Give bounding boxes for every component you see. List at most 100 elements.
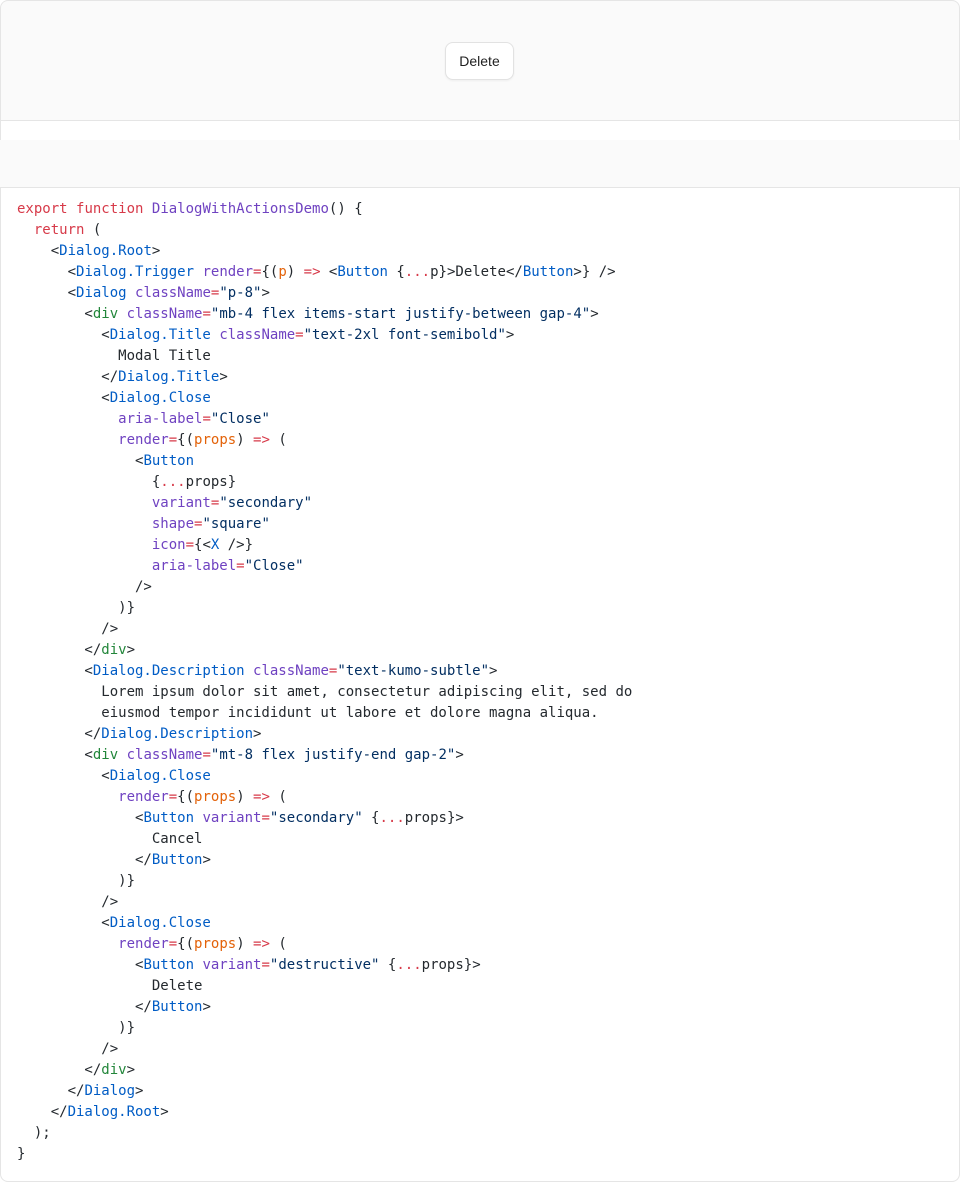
- code-token: className: [219, 327, 296, 343]
- code-token: >: [261, 285, 270, 301]
- code-line: </Dialog.Title>: [17, 367, 632, 388]
- code-token: shape: [151, 516, 195, 532]
- code-token: {: [362, 810, 380, 826]
- code-token: render: [202, 264, 254, 280]
- code-line: Lorem ipsum dolor sit amet, consectetur …: [17, 682, 632, 703]
- code-token: icon: [151, 537, 186, 553]
- code-token: </: [505, 264, 523, 280]
- code-token: className: [253, 663, 329, 679]
- code-token: Button: [143, 810, 195, 826]
- code-token: =: [261, 810, 270, 826]
- code-token: >: [455, 747, 464, 763]
- code-token: >: [505, 327, 515, 343]
- code-token: =: [185, 537, 195, 553]
- code-token: ...: [404, 264, 431, 280]
- code-token: aria-label: [151, 558, 237, 574]
- code-token: variant: [202, 957, 262, 973]
- code-token: Button: [151, 852, 203, 868]
- code-token: >: [151, 243, 161, 259]
- code-token: "mb-4 flex items-start justify-between g…: [210, 306, 591, 322]
- code-line: </Button>: [17, 997, 632, 1018]
- code-line: export function DialogWithActionsDemo() …: [17, 199, 632, 220]
- code-token: Dialog.Description: [92, 663, 245, 679]
- code-line: </Dialog.Description>: [17, 724, 632, 745]
- code-line: <Dialog.Trigger render={(p) => <Button {…: [17, 262, 632, 283]
- delete-trigger-button[interactable]: Delete: [445, 42, 514, 80]
- code-token: "Close": [210, 411, 270, 427]
- code-line: aria-label="Close": [17, 556, 632, 577]
- code-token: >: [202, 852, 211, 868]
- code-token: render: [118, 432, 169, 448]
- code-token: (: [269, 936, 287, 952]
- code-token: =: [168, 936, 178, 952]
- code-token: <: [17, 264, 77, 280]
- code-line: )}: [17, 871, 632, 892]
- code-line: aria-label="Close": [17, 409, 632, 430]
- code-line: <Dialog.Description className="text-kumo…: [17, 661, 632, 682]
- code-token: <: [17, 768, 110, 784]
- code-token: <: [17, 810, 144, 826]
- code-token: (: [269, 789, 287, 805]
- code-token: "secondary": [219, 495, 313, 511]
- code-token: <: [17, 453, 144, 469]
- code-token: <: [17, 663, 93, 679]
- code-token: }>: [446, 810, 464, 826]
- code-line: return (: [17, 220, 632, 241]
- code-line: />: [17, 619, 632, 640]
- code-token: return: [33, 222, 85, 238]
- code-token: "Close": [244, 558, 304, 574]
- code-token: variant: [202, 810, 262, 826]
- code-token: />: [17, 579, 152, 595]
- code-token: Delete: [17, 978, 203, 994]
- code-token: props: [194, 789, 237, 805]
- code-token: =: [236, 558, 245, 574]
- code-token: >: [253, 726, 262, 742]
- code-token: =: [202, 306, 211, 322]
- code-token: ): [236, 789, 254, 805]
- code-token: {(: [177, 936, 195, 952]
- code-line: Cancel: [17, 829, 632, 850]
- code-line: />: [17, 892, 632, 913]
- code-line: </Dialog.Root>: [17, 1102, 632, 1123]
- code-token: Cancel: [17, 831, 203, 847]
- code-line: <Dialog.Close: [17, 766, 632, 787]
- code-token: className: [126, 306, 203, 322]
- code-token: =: [168, 789, 178, 805]
- code-line: {...props}: [17, 472, 632, 493]
- code-token: =: [295, 327, 304, 343]
- code-token: Dialog.Root: [67, 1104, 161, 1120]
- code-token: }>: [438, 264, 456, 280]
- code-token: Dialog.Close: [109, 768, 211, 784]
- code-token: "square": [202, 516, 270, 532]
- code-token: Button: [143, 957, 195, 973]
- code-token: props: [194, 936, 237, 952]
- code-line: <Dialog.Title className="text-2xl font-s…: [17, 325, 632, 346]
- code-token: "mt-8 flex justify-end gap-2": [210, 747, 456, 763]
- code-token: }: [17, 1146, 26, 1162]
- code-token: aria-label: [118, 411, 203, 427]
- code-line: </Dialog>: [17, 1081, 632, 1102]
- code-token: Delete: [455, 264, 506, 280]
- code-token: Dialog: [76, 285, 127, 301]
- code-line: />: [17, 577, 632, 598]
- code-line: render={(props) => (: [17, 787, 632, 808]
- code-token: <: [17, 390, 110, 406]
- code-line: <Button variant="destructive" {...props}…: [17, 955, 632, 976]
- code-line: <Dialog.Close: [17, 388, 632, 409]
- code-line: render={(props) => (: [17, 430, 632, 451]
- code-token: =>: [303, 264, 321, 280]
- code-token: Button: [151, 999, 203, 1015]
- code-line: variant="secondary": [17, 493, 632, 514]
- code-token: )}: [17, 1020, 136, 1036]
- code-line: </div>: [17, 640, 632, 661]
- code-token: (: [84, 222, 102, 238]
- code-token: Button: [143, 453, 195, 469]
- code-token: >: [135, 1083, 144, 1099]
- code-token: Dialog.Trigger: [76, 264, 195, 280]
